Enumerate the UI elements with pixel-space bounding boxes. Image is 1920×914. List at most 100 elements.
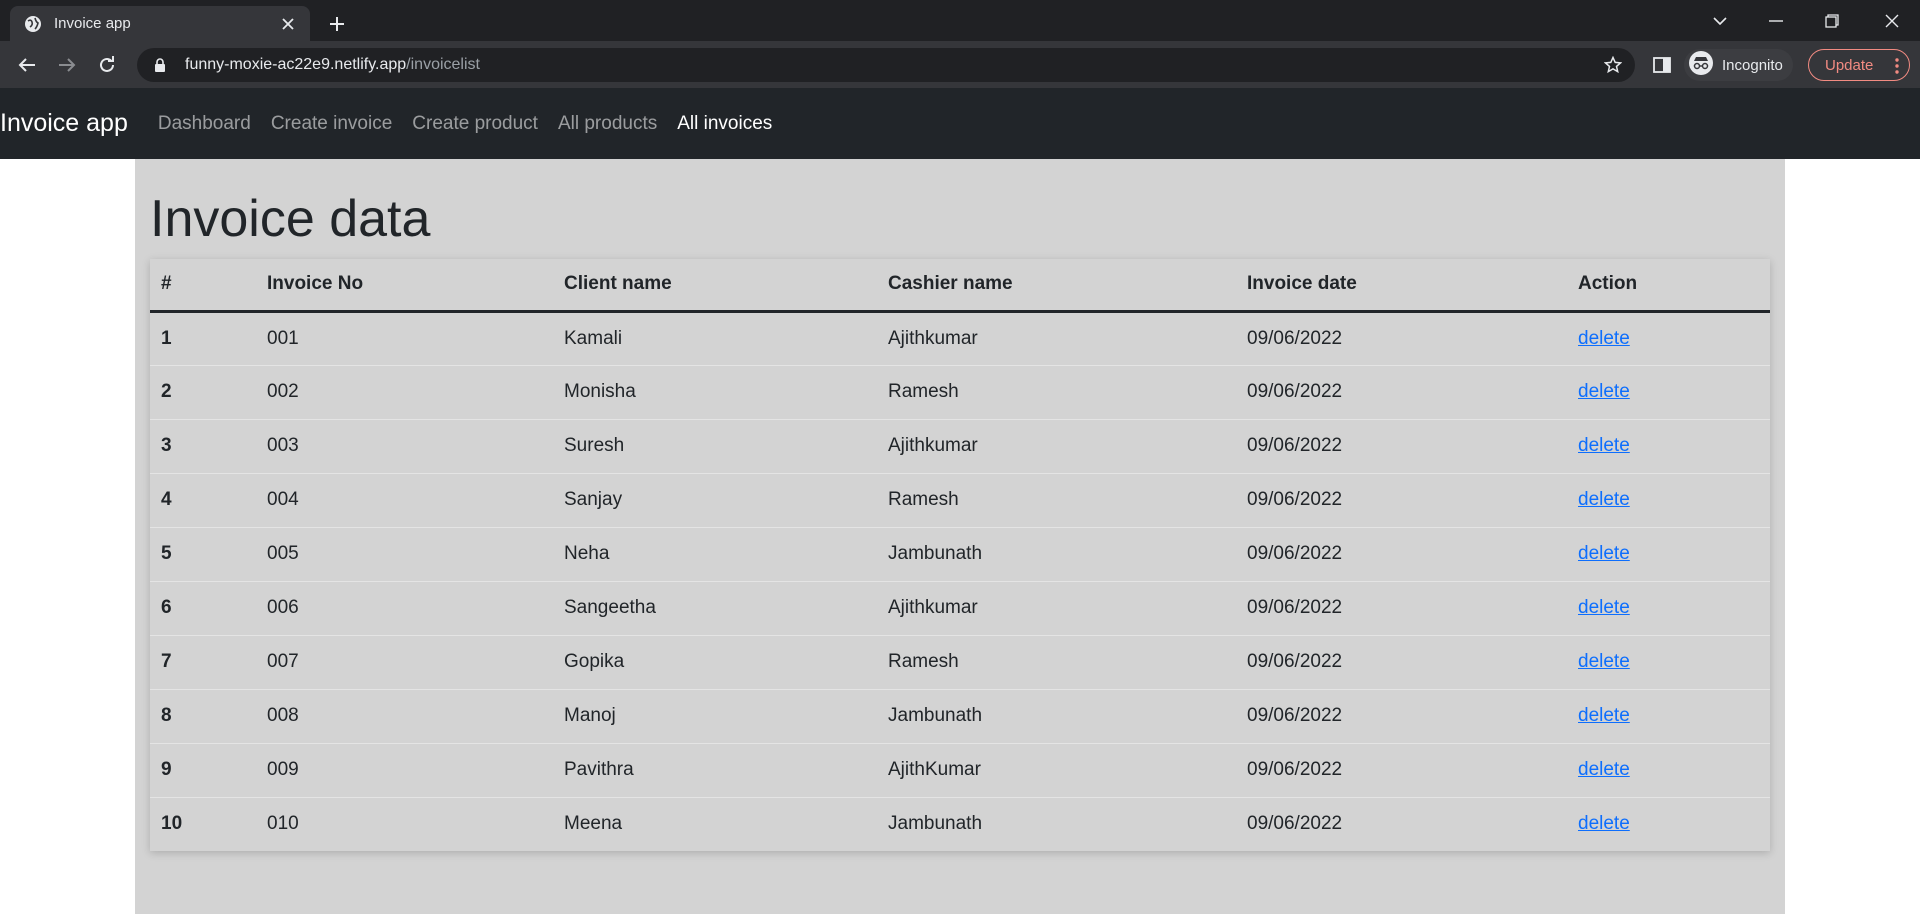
cashier-name: Ramesh (877, 473, 1236, 528)
close-window-icon[interactable] (1864, 0, 1920, 41)
tab-search-chevron-icon[interactable] (1692, 0, 1748, 41)
action-cell: delete (1567, 635, 1770, 690)
cashier-name: Jambunath (877, 527, 1236, 582)
url-host: funny-moxie-ac22e9.netlify.app (185, 56, 407, 73)
navbar-brand[interactable]: Invoice app (0, 109, 128, 138)
column-header-client-name: Client name (553, 259, 877, 313)
column-header-cashier-name: Cashier name (877, 259, 1236, 313)
delete-link[interactable]: delete (1578, 381, 1630, 402)
update-button[interactable]: Update (1808, 49, 1910, 81)
invoice-no: 006 (256, 581, 553, 636)
address-bar[interactable]: funny-moxie-ac22e9.netlify.app/invoiceli… (137, 48, 1635, 82)
nav-link-create-product[interactable]: Create product (412, 113, 538, 135)
delete-link[interactable]: delete (1578, 543, 1630, 564)
client-name: Meena (564, 813, 623, 835)
tab-close-icon[interactable] (278, 14, 298, 34)
row-number: 4 (150, 473, 256, 528)
row-number: 5 (150, 527, 256, 582)
delete-link[interactable]: delete (1578, 328, 1630, 349)
client-name: Suresh (553, 419, 877, 474)
nav-link-create-invoice[interactable]: Create invoice (271, 113, 392, 135)
invoice-no: 010 (267, 813, 299, 835)
column-header-number: # (150, 259, 256, 313)
action-cell: delete (1567, 689, 1770, 744)
app-navbar: Invoice app Dashboard Create invoice Cre… (0, 88, 1920, 159)
cashier-name: Ramesh (877, 635, 1236, 690)
delete-link[interactable]: delete (1578, 759, 1630, 780)
table-row: 10 010 Meena Jambunath 09/06/2022 delete (150, 797, 1770, 851)
row-number: 10 (161, 813, 183, 835)
side-panel-icon[interactable] (1650, 53, 1674, 77)
row-number: 1 (150, 311, 256, 366)
action-cell: delete (1567, 527, 1770, 582)
invoice-date: 09/06/2022 (1247, 813, 1343, 835)
nav-link-all-invoices[interactable]: All invoices (677, 113, 772, 135)
nav-link-dashboard[interactable]: Dashboard (158, 113, 251, 135)
table-row: 8 008 Manoj Jambunath 09/06/2022 delete (150, 689, 1770, 744)
nav-link-all-products[interactable]: All products (558, 113, 657, 135)
invoice-no: 008 (256, 689, 553, 744)
client-name: Neha (553, 527, 877, 582)
invoice-no: 002 (256, 365, 553, 420)
invoice-date: 09/06/2022 (1236, 743, 1567, 798)
action-cell: delete (1567, 581, 1770, 636)
client-name: Sanjay (553, 473, 877, 528)
table-row: 9 009 Pavithra AjithKumar 09/06/2022 del… (150, 743, 1770, 798)
incognito-icon (1688, 50, 1714, 81)
globe-icon (24, 15, 42, 33)
cashier-name: Ajithkumar (877, 311, 1236, 366)
client-name: Monisha (553, 365, 877, 420)
table-row: 6 006 Sangeetha Ajithkumar 09/06/2022 de… (150, 581, 1770, 636)
delete-link[interactable]: delete (1578, 813, 1630, 834)
incognito-profile-button[interactable]: Incognito (1684, 49, 1793, 81)
row-number: 9 (150, 743, 256, 798)
row-number: 8 (150, 689, 256, 744)
table-row: 5 005 Neha Jambunath 09/06/2022 delete (150, 527, 1770, 582)
row-number: 3 (150, 419, 256, 474)
invoice-no: 004 (256, 473, 553, 528)
cashier-name: Ajithkumar (877, 419, 1236, 474)
invoice-no: 003 (256, 419, 553, 474)
invoice-date: 09/06/2022 (1236, 527, 1567, 582)
invoice-table: # Invoice No Client name Cashier name In… (150, 259, 1770, 851)
delete-link[interactable]: delete (1578, 597, 1630, 618)
more-menu-icon[interactable] (1895, 57, 1899, 75)
browser-tab[interactable]: Invoice app (10, 6, 310, 41)
reload-icon[interactable] (91, 49, 123, 81)
restore-icon[interactable] (1804, 0, 1860, 41)
bookmark-star-icon[interactable] (1603, 55, 1623, 75)
row-number: 7 (150, 635, 256, 690)
action-cell: delete (1567, 365, 1770, 420)
invoice-no: 005 (256, 527, 553, 582)
client-name: Pavithra (553, 743, 877, 798)
invoice-date: 09/06/2022 (1236, 473, 1567, 528)
forward-arrow-icon[interactable] (51, 49, 83, 81)
browser-toolbar: funny-moxie-ac22e9.netlify.app/invoiceli… (0, 41, 1920, 88)
action-cell: delete (1567, 311, 1770, 366)
delete-link[interactable]: delete (1578, 651, 1630, 672)
invoice-no: 001 (256, 311, 553, 366)
action-cell: delete (1567, 419, 1770, 474)
row-number: 6 (150, 581, 256, 636)
table-row: 2 002 Monisha Ramesh 09/06/2022 delete (150, 365, 1770, 420)
cashier-name: AjithKumar (877, 743, 1236, 798)
client-name: Sangeetha (553, 581, 877, 636)
minimize-icon[interactable] (1748, 0, 1804, 41)
invoice-no: 009 (256, 743, 553, 798)
delete-link[interactable]: delete (1578, 435, 1630, 456)
table-row: 7 007 Gopika Ramesh 09/06/2022 delete (150, 635, 1770, 690)
column-header-action: Action (1567, 259, 1770, 313)
invoice-date: 09/06/2022 (1236, 311, 1567, 366)
url-path: /invoicelist (406, 56, 480, 73)
new-tab-icon[interactable] (323, 10, 351, 38)
invoice-date: 09/06/2022 (1236, 581, 1567, 636)
action-cell: delete (1567, 797, 1770, 851)
delete-link[interactable]: delete (1578, 489, 1630, 510)
cashier-name: Ajithkumar (877, 581, 1236, 636)
action-cell: delete (1567, 473, 1770, 528)
client-name: Manoj (553, 689, 877, 744)
back-arrow-icon[interactable] (11, 49, 43, 81)
delete-link[interactable]: delete (1578, 705, 1630, 726)
table-row: 4 004 Sanjay Ramesh 09/06/2022 delete (150, 473, 1770, 528)
client-name: Gopika (553, 635, 877, 690)
